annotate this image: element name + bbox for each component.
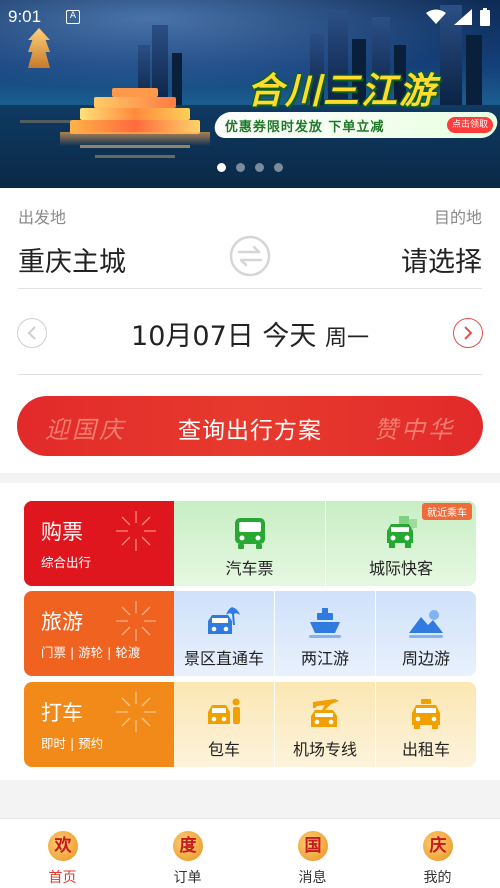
- banner-title: 合川三江游: [247, 71, 438, 112]
- service-airport-line[interactable]: 机场专线: [275, 682, 375, 767]
- battery-icon: [480, 8, 490, 26]
- mountain-icon: [409, 610, 443, 638]
- orders-icon: 度: [173, 831, 203, 861]
- service-row-tickets: 购票 综合出行 汽车票 就近乘车 城际快客: [24, 501, 476, 586]
- profile-icon: 庆: [423, 831, 453, 861]
- taxi-title: 打车: [41, 701, 83, 725]
- nav-orders[interactable]: 度 订单: [125, 819, 250, 888]
- swap-icon[interactable]: [228, 234, 272, 278]
- travel-title: 旅游: [41, 610, 83, 634]
- firework-icon: [116, 511, 156, 551]
- nav-home[interactable]: 欢 首页: [0, 819, 125, 888]
- carousel-dot[interactable]: [255, 163, 264, 172]
- tickets-subtitle: 综合出行: [41, 555, 92, 570]
- banner-cta[interactable]: 点击领取: [446, 117, 493, 133]
- firework-icon: [116, 601, 156, 641]
- tickets-title: 购票: [41, 520, 83, 544]
- light-reflection: [20, 120, 70, 123]
- weekday: 周一: [324, 326, 369, 351]
- carousel-dot[interactable]: [274, 163, 283, 172]
- service-label: 出租车: [401, 740, 450, 759]
- messages-icon: 国: [298, 831, 328, 861]
- travel-header[interactable]: 旅游 门票 | 游轮 | 轮渡: [24, 591, 174, 676]
- notification-icon: A: [66, 10, 80, 24]
- nav-label: 首页: [48, 870, 77, 886]
- services-panel: 购票 综合出行 汽车票 就近乘车 城际快客 旅游 门票 | 游轮 | 轮渡 景区…: [0, 483, 500, 780]
- service-label: 机场专线: [292, 740, 357, 759]
- route-card: 出发地 目的地 重庆主城 请选择 10月07日 今天 周一 迎国庆 赞中华 查询…: [0, 188, 500, 473]
- carousel-dot[interactable]: [217, 163, 226, 172]
- service-label: 周边游: [401, 649, 450, 668]
- bottom-nav: 欢 首页 度 订单 国 消息 庆 我的: [0, 818, 500, 888]
- firework-icon: [116, 692, 156, 732]
- nav-label: 我的: [423, 870, 452, 886]
- service-taxi[interactable]: 出租车: [376, 682, 476, 767]
- service-label: 两江游: [300, 649, 349, 668]
- divider: [18, 374, 482, 375]
- chevron-right-icon: [464, 326, 473, 340]
- service-label: 包车: [207, 740, 240, 759]
- service-label: 汽车票: [225, 559, 274, 578]
- light-reflection: [95, 155, 175, 158]
- nav-profile[interactable]: 庆 我的: [375, 819, 500, 888]
- taxi-icon: [412, 699, 440, 729]
- scenic-bus-icon: [208, 607, 240, 634]
- bus-icon: [234, 518, 265, 549]
- wifi-icon: [426, 9, 446, 24]
- home-icon: 欢: [48, 831, 78, 861]
- service-row-taxi: 打车 即时 | 预约 包车 机场专线 出租车: [24, 682, 476, 767]
- departure-city[interactable]: 重庆主城: [18, 240, 126, 279]
- nav-label: 消息: [298, 870, 327, 886]
- nav-label: 订单: [173, 870, 202, 886]
- service-two-rivers[interactable]: 两江游: [275, 591, 375, 676]
- service-bus-tickets[interactable]: 汽车票: [174, 501, 325, 586]
- status-bar: 9:01 A: [0, 0, 500, 34]
- departure-label: 出发地: [18, 208, 67, 227]
- service-label: 城际快客: [368, 559, 433, 578]
- nav-messages[interactable]: 国 消息: [250, 819, 375, 888]
- status-time: 9:01: [8, 7, 42, 26]
- service-intercity[interactable]: 就近乘车 城际快客: [326, 501, 476, 586]
- intercity-car-icon: [387, 516, 417, 548]
- service-row-travel: 旅游 门票 | 游轮 | 轮渡 景区直通车 两江游 周边游: [24, 591, 476, 676]
- chauffeur-car-icon: [208, 698, 240, 724]
- date-value: 10月07日 今天: [131, 321, 317, 352]
- destination-city[interactable]: 请选择: [401, 240, 482, 279]
- taxi-subtitle: 即时 | 预约: [41, 736, 104, 751]
- cruise-ship-icon: [309, 608, 341, 638]
- cruise-boat-illustration: [60, 86, 210, 146]
- divider: [18, 288, 482, 289]
- banner-subtitle: 优惠券限时发放 下单立减: [225, 119, 385, 135]
- tickets-header[interactable]: 购票 综合出行: [24, 501, 174, 586]
- destination-label: 目的地: [433, 208, 482, 227]
- date-selector[interactable]: 10月07日 今天 周一: [0, 304, 500, 360]
- carousel-dot[interactable]: [236, 163, 245, 172]
- carousel-indicator: [0, 163, 500, 172]
- signal-icon: [454, 9, 472, 25]
- nearby-boarding-tag: 就近乘车: [422, 503, 472, 520]
- travel-date[interactable]: 10月07日 今天 周一: [0, 314, 500, 353]
- service-charter[interactable]: 包车: [174, 682, 274, 767]
- next-day-button[interactable]: [453, 318, 483, 348]
- airport-car-icon: [311, 699, 339, 727]
- service-label: 景区直通车: [183, 649, 264, 668]
- taxi-header[interactable]: 打车 即时 | 预约: [24, 682, 174, 767]
- banner-subtitle-ribbon: 优惠券限时发放 下单立减 点击领取: [212, 112, 500, 138]
- search-button-label: 查询出行方案: [178, 418, 322, 444]
- service-scenic-bus[interactable]: 景区直通车: [174, 591, 274, 676]
- service-nearby-tours[interactable]: 周边游: [376, 591, 476, 676]
- search-trip-button[interactable]: 迎国庆 赞中华 查询出行方案: [17, 396, 483, 456]
